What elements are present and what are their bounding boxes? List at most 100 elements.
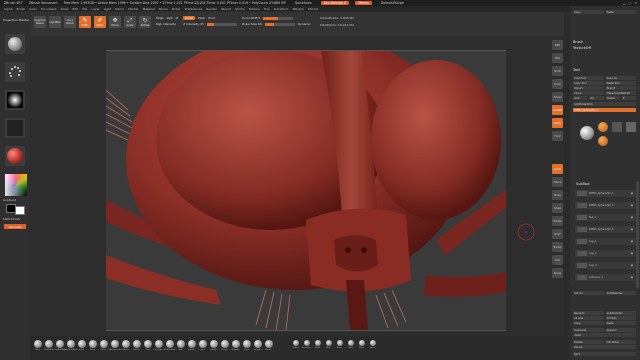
scale-button[interactable]: ⤢ Scale <box>124 16 136 28</box>
dynamic-button[interactable]: Dynamic <box>298 22 311 26</box>
append-button[interactable]: Append <box>605 328 636 332</box>
shelf-brush-rake[interactable]: Rake <box>242 340 251 351</box>
alpha-selector[interactable] <box>5 90 25 110</box>
split-button[interactable]: Split <box>573 352 636 356</box>
shelf-brush-smooth[interactable]: Smooth <box>253 340 262 351</box>
menu-stencil[interactable]: Stencil <box>221 7 231 11</box>
lightbox-button[interactable]: LightBox <box>49 16 61 28</box>
shelf-brush-trimdynamic[interactable]: TrimDynamic <box>108 340 121 351</box>
texture-palette-header[interactable]: TextureOff <box>573 46 591 50</box>
shelf-tool-twist[interactable]: Twist <box>346 340 355 349</box>
paste-tool-button[interactable]: Paste Tool <box>605 81 636 85</box>
edit-button[interactable]: ✎ Edit <box>79 16 91 28</box>
quick-sketch-button[interactable]: Quick Sketch <box>64 16 76 28</box>
maximize-icon[interactable]: □ <box>628 1 631 5</box>
menu-material[interactable]: Material <box>143 7 155 11</box>
shelf-brush-claytubes[interactable]: ClayTubes <box>153 340 164 351</box>
visibility-eye-icon[interactable]: ◉ <box>631 204 633 207</box>
switch-color-label[interactable]: SwitchColor <box>3 217 21 221</box>
visibility-eye-icon[interactable]: ◉ <box>631 276 633 279</box>
shelf-brush-dam[interactable]: Dam <box>176 340 185 351</box>
r-button[interactable]: R <box>621 96 636 100</box>
subtool-item[interactable]: PM3D_Sphere3D_1 ◉ <box>575 190 635 197</box>
all-low-button[interactable]: All Low <box>573 316 604 320</box>
view-polyf-button[interactable]: PolyF <box>552 229 563 239</box>
del-other-button[interactable]: Del Other <box>605 340 636 344</box>
primary-color-swatch[interactable] <box>15 206 25 215</box>
sculpt-canvas[interactable] <box>106 50 506 330</box>
zsub-button[interactable]: Zsub <box>198 16 205 20</box>
visibility-eye-icon[interactable]: ◉ <box>631 264 633 267</box>
menu-zplugin[interactable]: ZPlugin <box>292 7 303 11</box>
all-button[interactable]: All <box>589 96 604 100</box>
menu-tool[interactable]: Tool <box>264 7 270 11</box>
menu-preferences[interactable]: Preferences <box>185 7 203 11</box>
shelf-brush-nudge[interactable]: Nudge <box>209 340 218 351</box>
subtool-scrollbar[interactable] <box>636 182 639 288</box>
tool-palette-header[interactable]: Tool <box>573 68 580 72</box>
autoreorder-2-button[interactable]: AutoReorder <box>605 311 636 315</box>
view-transp-button[interactable]: Transp <box>552 242 563 252</box>
paste-subtool-button[interactable]: Paste <box>605 321 636 325</box>
visibility-eye-icon[interactable]: ◉ <box>631 240 633 243</box>
view-scale-button[interactable]: Scale <box>552 203 563 213</box>
shelf-brush-clay[interactable]: Clay <box>143 340 152 351</box>
zcut-button[interactable]: Zcut <box>208 16 215 20</box>
projection-master-label[interactable]: Projection Master <box>3 18 29 22</box>
duplicate-button[interactable]: Duplicate <box>573 328 604 332</box>
shelf-brush-layer[interactable]: Layer <box>198 340 207 351</box>
menu-alpha[interactable]: Alpha <box>4 7 13 11</box>
shelf-tool-elevation[interactable]: Elevation <box>302 340 311 349</box>
view-zoom-button[interactable]: Zoom <box>552 79 563 89</box>
subtool-item[interactable]: PM3D_Sphere3D_3 ◉ <box>575 202 635 209</box>
visibility-eye-icon[interactable]: ◉ <box>631 228 633 231</box>
menu-texture[interactable]: Texture <box>249 7 260 11</box>
make-polymesh-button[interactable]: Make PolyMesh3D <box>605 91 636 95</box>
current-tool-slider[interactable]: PM3D_Sphere3D_1 <box>573 108 636 112</box>
shelf-brush-pinch[interactable]: Pinch <box>88 340 97 351</box>
shelf-brush-snakehook[interactable]: SnakeHook <box>164 340 175 351</box>
gradient-label[interactable]: Gradient <box>3 198 16 202</box>
mrgb-button[interactable]: Mrgb <box>156 16 164 20</box>
color-picker[interactable] <box>5 174 27 196</box>
tool-thumb-sphere[interactable] <box>580 126 594 140</box>
goz-button[interactable]: GoZ <box>573 96 588 100</box>
paste-brush-button[interactable]: Paste <box>605 10 636 14</box>
see-through-slider[interactable]: See-through 0 <box>320 1 350 5</box>
default-zscript-button[interactable]: DefaultZScript <box>378 1 407 5</box>
tool-thumb-sphere3d-icon[interactable] <box>598 122 608 132</box>
subtool-item[interactable]: Leg_3 ◉ <box>575 262 635 269</box>
menu-macro[interactable]: Macro <box>115 7 124 11</box>
visibility-eye-icon[interactable]: ◉ <box>631 216 633 219</box>
menu-brush[interactable]: Brush <box>17 7 26 11</box>
visible-button[interactable]: Visible <box>605 96 620 100</box>
menu-picker[interactable]: Picker <box>172 7 181 11</box>
clone-button[interactable]: Clone <box>573 91 604 95</box>
view-spix-button[interactable]: SPix <box>552 53 563 63</box>
load-tool-button[interactable]: Load Tool <box>573 76 604 80</box>
focal-shift-slider[interactable] <box>263 16 294 20</box>
rename-button[interactable]: Rename <box>573 311 604 315</box>
tool-thumb-simplebrush-icon[interactable] <box>612 122 622 132</box>
shelf-tool-blob[interactable]: Blob <box>324 340 333 349</box>
copy-tool-button[interactable]: Copy Tool <box>573 81 604 85</box>
draw-size-slider[interactable] <box>264 22 295 26</box>
delete-button[interactable]: Delete <box>573 340 604 344</box>
shelf-brush-hpolish[interactable]: hPolish <box>121 340 130 351</box>
autoreorder-button[interactable]: AutoReorder <box>605 291 636 295</box>
brush-selector[interactable] <box>5 34 25 54</box>
view-solo-button[interactable]: Solo <box>552 255 563 265</box>
menu-render[interactable]: Render <box>206 7 217 11</box>
view-xpose-button[interactable]: Xpose <box>552 268 563 278</box>
view-floor-button[interactable]: Floor <box>552 131 563 141</box>
view-actual-button[interactable]: Actual <box>552 92 563 102</box>
menu-transform[interactable]: Transform <box>274 7 289 11</box>
view-bpr-button[interactable]: BPR <box>552 40 563 50</box>
shelf-brush-polish[interactable]: Polish <box>99 340 108 351</box>
insert-button[interactable]: Insert <box>573 333 636 337</box>
shelf-tool-bend[interactable]: Bend <box>335 340 344 349</box>
rotate-button[interactable]: ↻ Rotate <box>139 16 151 28</box>
subtool-item[interactable]: Leg_1 ◉ <box>575 238 635 245</box>
copy-brush-button[interactable]: Copy <box>573 10 604 14</box>
subtool-header[interactable]: SubTool <box>576 182 589 186</box>
